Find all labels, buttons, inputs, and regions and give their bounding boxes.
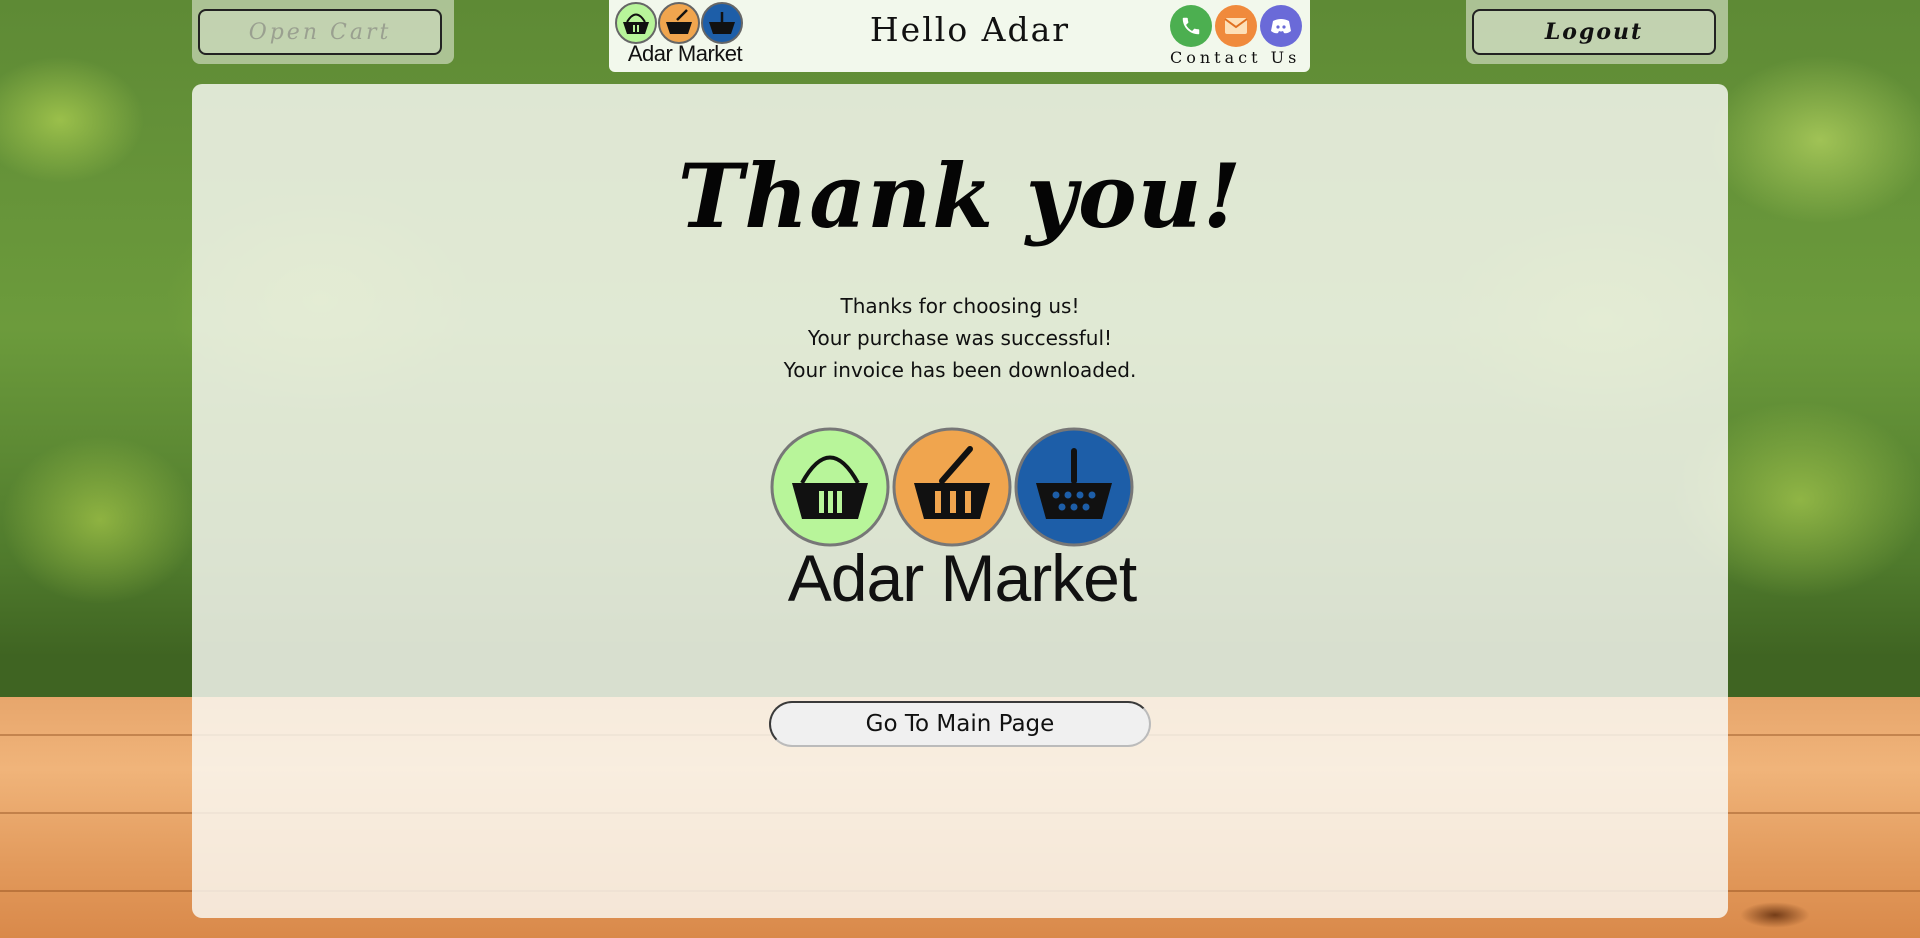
logo-text-small: Adar Market (627, 41, 743, 66)
adar-market-logo-large: Adar Market (770, 427, 1154, 611)
mail-icon[interactable] (1215, 5, 1257, 47)
open-cart-button[interactable]: Open Cart (198, 9, 442, 55)
phone-icon[interactable] (1170, 5, 1212, 47)
wood-knot (1740, 902, 1810, 928)
basket-blue-icon (701, 2, 743, 44)
message-line-success: Your purchase was successful! (807, 326, 1113, 350)
contact-us-label[interactable]: Contact Us (1170, 48, 1310, 67)
greeting-text: Hello Adar (869, 10, 1071, 49)
go-to-main-page-button[interactable]: Go To Main Page (769, 701, 1151, 747)
basket-green-icon (615, 2, 657, 44)
logout-button[interactable]: Logout (1472, 9, 1716, 55)
thank-you-card: Thank you! Thanks for choosing us! Your … (192, 84, 1728, 918)
thank-you-heading: Thank you! (677, 144, 1243, 248)
logout-container: Logout (1466, 0, 1728, 64)
basket-green-icon (770, 427, 890, 547)
discord-icon[interactable] (1260, 5, 1302, 47)
message-line-invoice: Your invoice has been downloaded. (783, 358, 1137, 382)
basket-blue-icon (1014, 427, 1134, 547)
contact-icons (1170, 5, 1302, 47)
message-line-choosing: Thanks for choosing us! (840, 294, 1080, 318)
top-header: Adar Market Hello Adar Contact Us (609, 0, 1310, 72)
basket-orange-icon (892, 427, 1012, 547)
logo-text-large: Adar Market (787, 541, 1137, 615)
open-cart-container: Open Cart (192, 0, 454, 64)
basket-orange-icon (658, 2, 700, 44)
